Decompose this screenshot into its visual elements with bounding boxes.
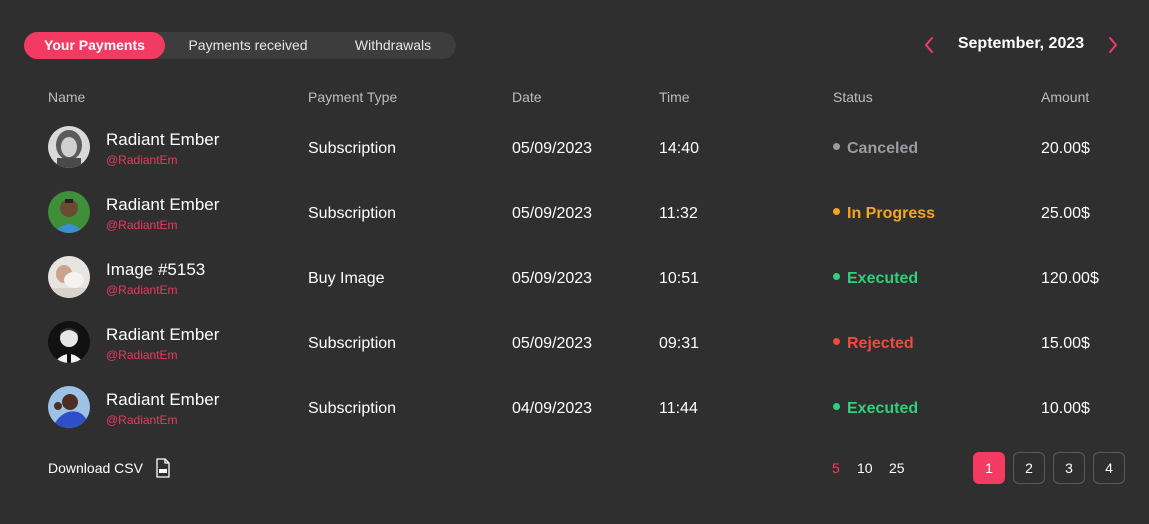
page-button-3[interactable]: 3 <box>1053 452 1085 484</box>
status-dot <box>833 208 840 216</box>
table-row[interactable]: Radiant Ember @RadiantEm Subscription 05… <box>0 118 1149 183</box>
table-row[interactable]: Radiant Ember @RadiantEm Subscription 05… <box>0 313 1149 378</box>
payment-tabs: Your Payments Payments received Withdraw… <box>24 32 456 59</box>
download-csv-button[interactable]: Download CSV <box>48 460 143 476</box>
status-dot <box>833 143 840 151</box>
payer-name: Radiant Ember <box>106 130 220 149</box>
payment-time: 11:32 <box>659 205 698 222</box>
payment-amount: 25.00$ <box>1041 205 1090 222</box>
status-label: Canceled <box>847 140 919 157</box>
payments-panel: Your Payments Payments received Withdraw… <box>0 0 1149 524</box>
payment-date: 05/09/2023 <box>512 335 593 352</box>
csv-file-icon[interactable] <box>155 458 171 478</box>
page-button-1[interactable]: 1 <box>973 452 1005 484</box>
status-badge: Canceled <box>833 140 918 158</box>
per-page-option-5[interactable]: 5 <box>832 460 840 476</box>
payer-handle[interactable]: @RadiantEm <box>106 348 178 362</box>
payment-date: 05/09/2023 <box>512 205 593 222</box>
payment-type: Subscription <box>308 400 397 417</box>
payment-type: Subscription <box>308 140 397 157</box>
column-header-date: Date <box>512 89 542 105</box>
column-header-name: Name <box>48 89 86 105</box>
payment-amount: 20.00$ <box>1041 140 1090 157</box>
payment-amount: 10.00$ <box>1041 400 1090 417</box>
payment-date: 05/09/2023 <box>512 270 593 287</box>
table-row[interactable]: Radiant Ember @RadiantEm Subscription 05… <box>0 183 1149 248</box>
payer-name: Radiant Ember <box>106 325 220 344</box>
payer-handle[interactable]: @RadiantEm <box>106 283 178 297</box>
payment-time: 14:40 <box>659 140 700 157</box>
tab-payments-received[interactable]: Payments received <box>169 32 327 59</box>
status-badge: In Progress <box>833 205 935 223</box>
status-dot <box>833 403 840 411</box>
status-badge: Executed <box>833 270 918 288</box>
prev-month-button[interactable] <box>922 34 936 56</box>
tab-withdrawals[interactable]: Withdrawals <box>330 32 456 59</box>
payer-name: Radiant Ember <box>106 195 220 214</box>
column-header-amount: Amount <box>1041 89 1090 105</box>
table-row[interactable]: Radiant Ember @RadiantEm Subscription 04… <box>0 378 1149 443</box>
status-dot <box>833 338 840 346</box>
payer-name: Radiant Ember <box>106 390 220 409</box>
page-button-2[interactable]: 2 <box>1013 452 1045 484</box>
tab-your-payments[interactable]: Your Payments <box>24 32 165 59</box>
status-label: Executed <box>847 400 919 417</box>
avatar <box>48 191 90 233</box>
payment-amount: 120.00$ <box>1041 270 1099 287</box>
payment-time: 11:44 <box>659 400 698 417</box>
status-label: Executed <box>847 270 919 287</box>
payment-type: Subscription <box>308 335 397 352</box>
status-dot <box>833 273 840 281</box>
status-badge: Executed <box>833 400 918 418</box>
payer-name: Image #5153 <box>106 260 206 279</box>
per-page-option-10[interactable]: 10 <box>857 460 873 476</box>
payment-time: 10:51 <box>659 270 700 287</box>
payment-time: 09:31 <box>659 335 700 352</box>
payer-handle[interactable]: @RadiantEm <box>106 153 178 167</box>
next-month-button[interactable] <box>1106 34 1120 56</box>
table-row[interactable]: Image #5153 @RadiantEm Buy Image 05/09/2… <box>0 248 1149 313</box>
avatar <box>48 256 90 298</box>
avatar <box>48 321 90 363</box>
column-header-status: Status <box>833 89 873 105</box>
page-button-4[interactable]: 4 <box>1093 452 1125 484</box>
payment-date: 04/09/2023 <box>512 400 593 417</box>
payer-handle[interactable]: @RadiantEm <box>106 413 178 427</box>
payment-amount: 15.00$ <box>1041 335 1090 352</box>
per-page-option-25[interactable]: 25 <box>889 460 905 476</box>
status-label: Rejected <box>847 335 914 352</box>
chevron-left-icon <box>925 37 933 53</box>
payment-type: Buy Image <box>308 270 385 287</box>
current-month-label: September, 2023 <box>957 35 1085 52</box>
status-badge: Rejected <box>833 335 914 353</box>
payer-handle[interactable]: @RadiantEm <box>106 218 178 232</box>
avatar <box>48 126 90 168</box>
payment-type: Subscription <box>308 205 397 222</box>
status-label: In Progress <box>847 205 936 222</box>
payment-date: 05/09/2023 <box>512 140 593 157</box>
chevron-right-icon <box>1109 37 1117 53</box>
column-header-time: Time <box>659 89 690 105</box>
column-header-payment-type: Payment Type <box>308 89 398 105</box>
avatar <box>48 386 90 428</box>
